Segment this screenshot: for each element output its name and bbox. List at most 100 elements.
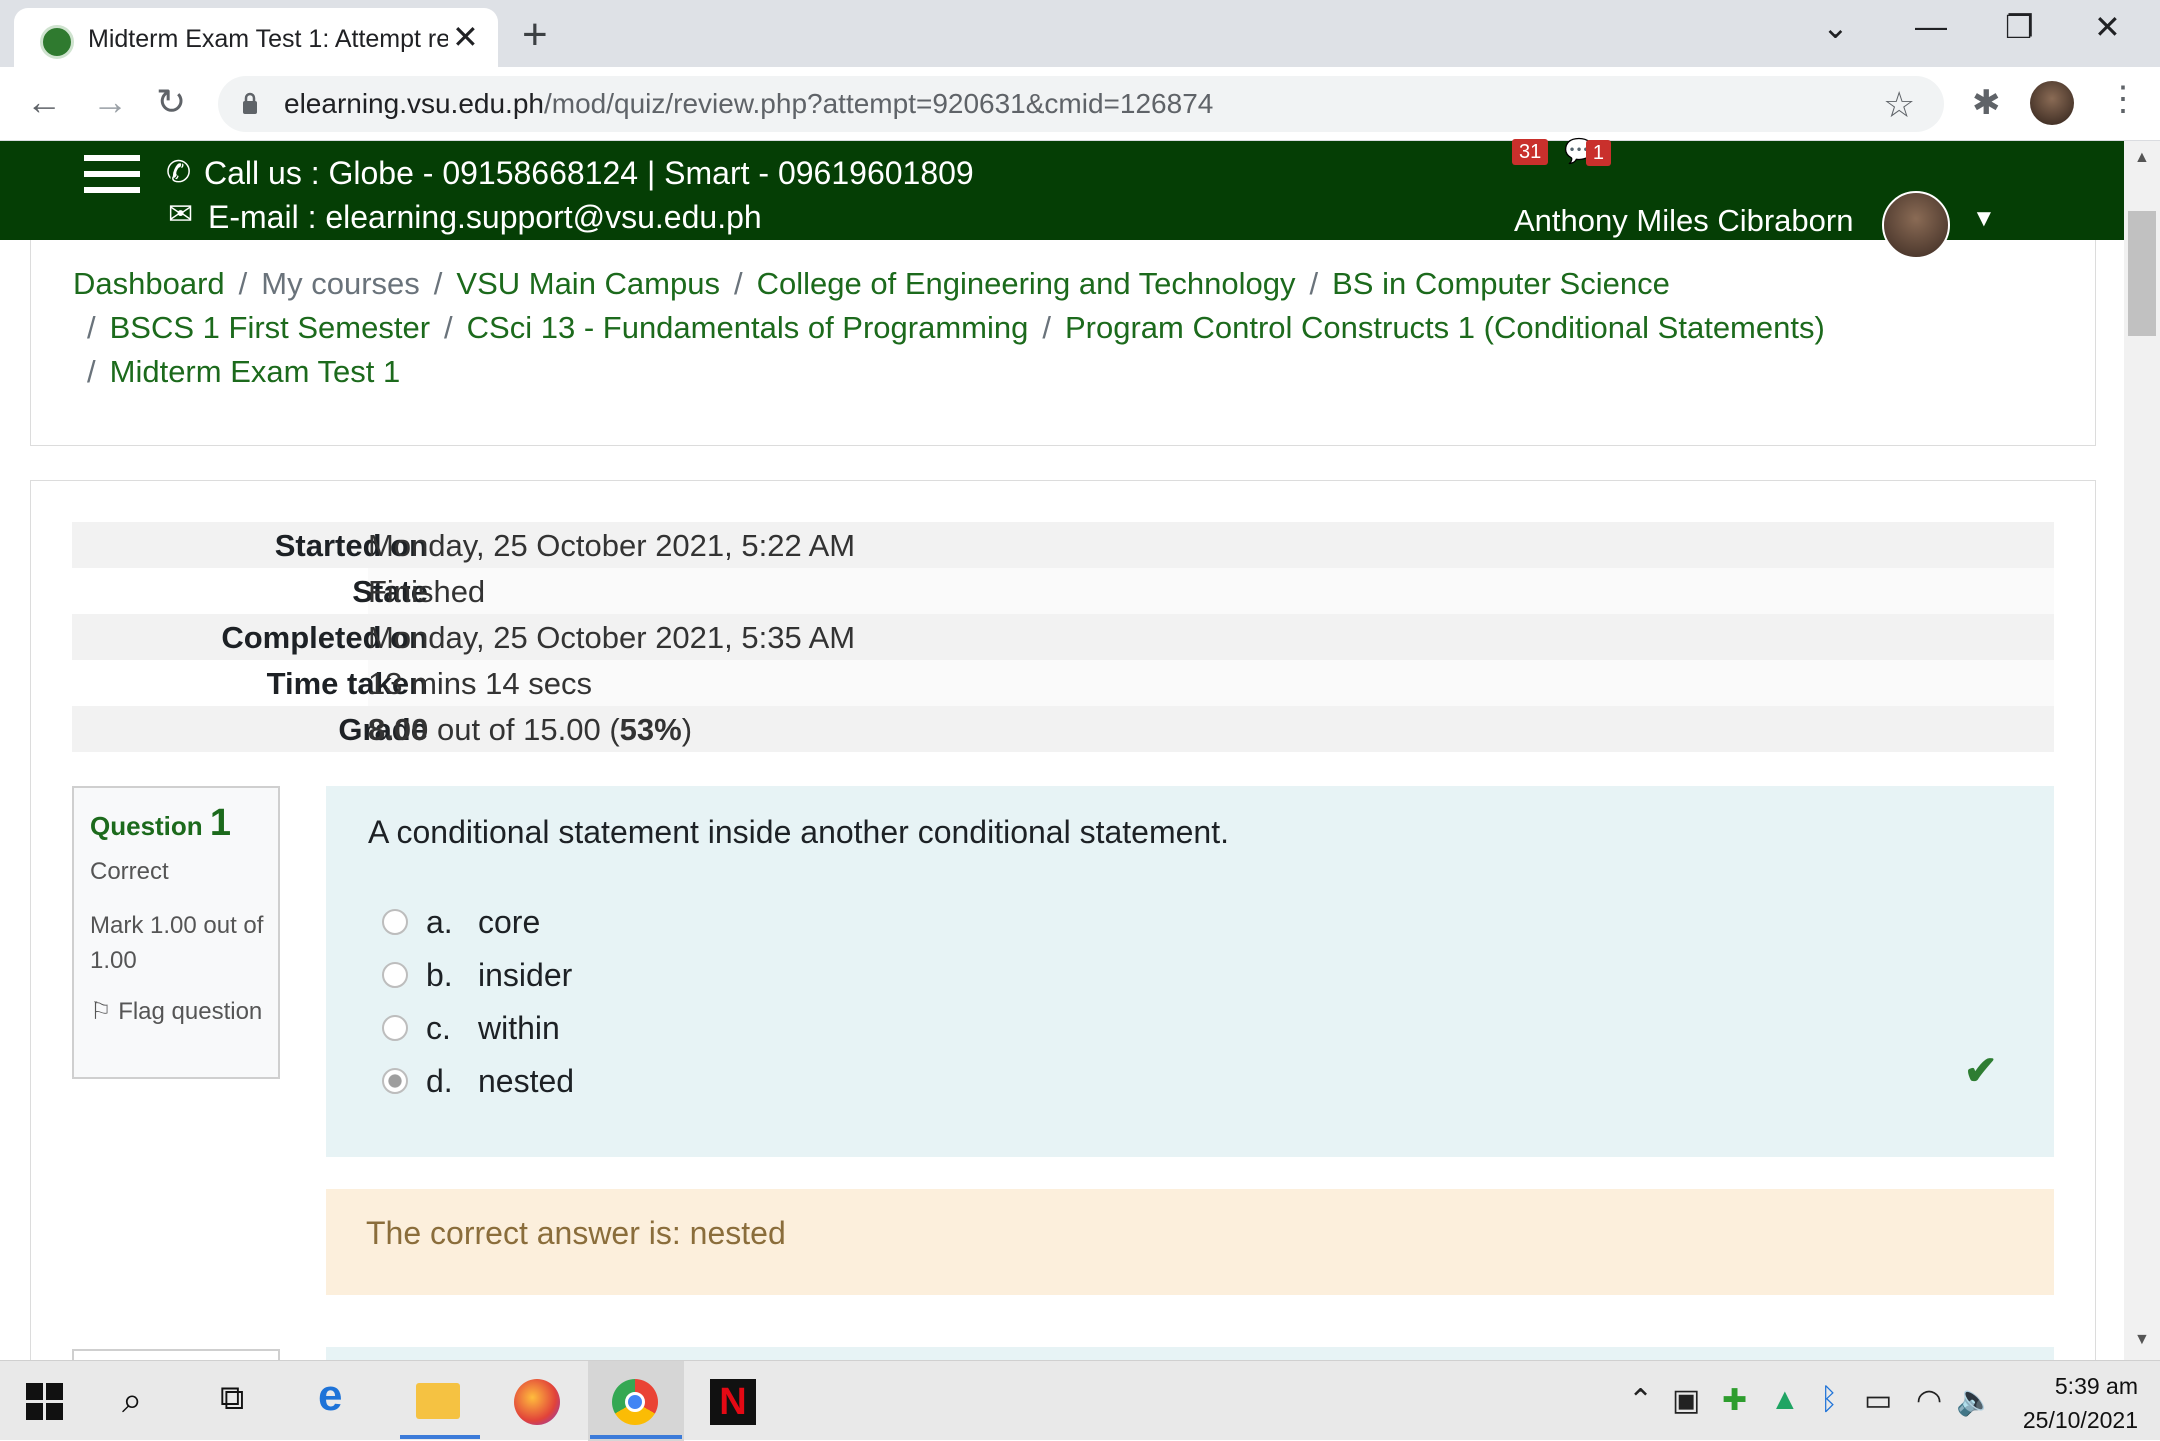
battery-icon[interactable]: ▭ — [1864, 1383, 1892, 1418]
next-question-content — [326, 1347, 2054, 1360]
breadcrumb-my-courses[interactable]: My courses — [261, 266, 419, 301]
breadcrumb-course[interactable]: CSci 13 - Fundamentals of Programming — [467, 310, 1029, 345]
browser-tab[interactable]: Midterm Exam Test 1: Attempt re ✕ — [14, 8, 498, 67]
scroll-down-arrow-icon[interactable]: ▼ — [2134, 1331, 2150, 1349]
volume-icon[interactable]: 🔈 — [1956, 1383, 1993, 1418]
back-icon[interactable]: ← — [26, 81, 62, 123]
radio-d[interactable] — [382, 1067, 408, 1094]
extensions-icon[interactable]: ✱ — [1972, 83, 2001, 123]
call-us-text: Call us : Globe - 09158668124 | Smart - … — [204, 155, 974, 191]
file-explorer-active-indicator — [400, 1435, 480, 1439]
breadcrumb-dashboard[interactable]: Dashboard — [73, 266, 225, 301]
app-tray-icon[interactable]: ✚ — [1722, 1383, 1747, 1418]
answer-option-d[interactable]: d. nested — [382, 1063, 574, 1100]
breadcrumb-program[interactable]: BS in Computer Science — [1332, 266, 1670, 301]
user-menu-caret-icon[interactable]: ▼ — [1972, 205, 1996, 233]
reload-icon[interactable]: ↻ — [156, 81, 186, 123]
notifications-badge: 31 — [1512, 139, 1549, 165]
answer-option-c[interactable]: c. within — [382, 1010, 560, 1047]
scroll-up-arrow-icon[interactable]: ▲ — [2134, 149, 2150, 167]
summary-value: Finished — [368, 574, 486, 609]
flag-question-button[interactable]: ⚐ Flag question — [90, 994, 270, 1029]
breadcrumb-campus[interactable]: VSU Main Campus — [456, 266, 720, 301]
scrollbar-thumb[interactable] — [2128, 211, 2156, 336]
question-info: Question 1 Correct Mark 1.00 out of 1.00… — [72, 786, 280, 1079]
question-mark: Mark 1.00 out of 1.00 — [90, 912, 264, 974]
clock-date: 25/10/2021 — [2022, 1407, 2138, 1433]
profile-avatar[interactable] — [2030, 81, 2074, 125]
breadcrumb: Dashboard / My courses / VSU Main Campus / Col… — [30, 240, 2096, 446]
breadcrumb-college[interactable]: College of Engineering and Technology — [757, 266, 1296, 301]
netflix-icon[interactable]: N — [710, 1379, 756, 1425]
option-text: within — [478, 1010, 560, 1046]
browser-menu-icon[interactable]: ⋮ — [2106, 79, 2140, 119]
radio-c[interactable] — [382, 1014, 408, 1041]
address-bar[interactable]: elearning.vsu.edu.ph/mod/quiz/review.php… — [218, 76, 1944, 132]
chrome-active-indicator — [590, 1435, 682, 1439]
summary-row-started: Started on Monday, 25 October 2021, 5:22… — [72, 522, 2054, 568]
summary-value: 13 mins 14 secs — [368, 666, 592, 701]
breadcrumb-topic[interactable]: Program Control Constructs 1 (Conditiona… — [1065, 310, 1825, 345]
task-view-icon[interactable]: ⧉ — [220, 1379, 266, 1425]
new-tab-icon[interactable]: + — [522, 10, 548, 60]
phone-icon: ✆ — [166, 156, 192, 189]
grade-outof: out of 15.00 ( — [428, 712, 620, 747]
option-letter: c. — [426, 1010, 451, 1046]
grade-close-paren: ) — [681, 712, 693, 747]
clock-time: 5:39 am — [2054, 1373, 2138, 1399]
bookmark-star-icon[interactable]: ☆ — [1883, 84, 1915, 126]
restore-icon[interactable]: ❐ — [2005, 8, 2034, 46]
messages-button[interactable]: 💬1 — [1564, 137, 1612, 166]
chrome-icon[interactable] — [612, 1379, 658, 1425]
next-question-info — [72, 1349, 280, 1360]
wifi-icon[interactable]: ◠ — [1916, 1383, 1942, 1418]
tab-title: Midterm Exam Test 1: Attempt re — [88, 25, 448, 53]
tab-close-icon[interactable]: ✕ — [452, 18, 479, 56]
edge-icon[interactable]: e — [318, 1371, 364, 1420]
option-text: core — [478, 904, 541, 940]
window-close-icon[interactable]: ✕ — [2094, 8, 2121, 46]
search-icon[interactable]: ⌕ — [122, 1379, 168, 1425]
minimize-icon[interactable]: — — [1915, 8, 1947, 45]
user-name[interactable]: Anthony Miles Cibraborn — [1514, 203, 1853, 239]
grade-percent: 53% — [619, 712, 682, 747]
show-hidden-icons-icon[interactable]: ⌃ — [1628, 1383, 1653, 1418]
radio-b[interactable] — [382, 961, 408, 988]
site-header: ✆ Call us : Globe - 09158668124 | Smart … — [0, 138, 2124, 259]
attempt-summary-table: Started on Monday, 25 October 2021, 5:22… — [72, 522, 2054, 752]
hamburger-menu-icon[interactable] — [84, 153, 140, 193]
bluetooth-icon[interactable]: ᛒ — [1820, 1383, 1838, 1417]
question-text: A conditional statement inside another c… — [368, 814, 1229, 850]
windows-start-icon[interactable] — [26, 1383, 64, 1421]
forward-icon[interactable]: → — [92, 81, 128, 123]
correct-check-icon: ✔ — [1964, 1049, 1998, 1093]
page-scrollbar[interactable]: ▲ ▼ — [2124, 141, 2160, 1360]
breadcrumb-quiz[interactable]: Midterm Exam Test 1 — [110, 354, 401, 389]
question-state: Correct — [90, 858, 169, 885]
question-label: Question — [90, 811, 203, 841]
system-clock[interactable]: 5:39 am 25/10/2021 — [2023, 1369, 2138, 1437]
browser-tab-strip: Midterm Exam Test 1: Attempt re ✕ + ⌄ — … — [0, 0, 2160, 67]
summary-value: Monday, 25 October 2021, 5:22 AM — [368, 528, 856, 563]
flag-question-label: Flag question — [118, 998, 263, 1025]
file-explorer-icon[interactable] — [416, 1383, 460, 1419]
answer-option-b[interactable]: b. insider — [382, 957, 572, 994]
question-content: A conditional statement inside another c… — [326, 786, 2054, 1157]
breadcrumb-semester[interactable]: BSCS 1 First Semester — [110, 310, 430, 345]
drive-tray-icon[interactable]: ▲ — [1770, 1383, 1800, 1417]
display-tray-icon[interactable]: ▣ — [1672, 1383, 1700, 1418]
radio-a[interactable] — [382, 908, 408, 935]
summary-row-completed: Completed on Monday, 25 October 2021, 5:… — [72, 614, 2054, 660]
option-letter: d. — [426, 1063, 453, 1099]
answer-option-a[interactable]: a. core — [382, 904, 540, 941]
flag-icon: ⚐ — [90, 998, 119, 1025]
site-favicon-icon — [40, 25, 74, 59]
summary-row-grade: Grade 8.00 out of 15.00 (53%) — [72, 706, 2054, 752]
lock-icon — [243, 92, 257, 114]
option-text: insider — [478, 957, 573, 993]
question-feedback: The correct answer is: nested — [326, 1189, 2054, 1295]
option-letter: a. — [426, 904, 453, 940]
notifications-button[interactable]: 31 — [1512, 139, 1549, 165]
firefox-icon[interactable] — [514, 1379, 560, 1425]
tab-search-chevron-icon[interactable]: ⌄ — [1822, 8, 1849, 46]
